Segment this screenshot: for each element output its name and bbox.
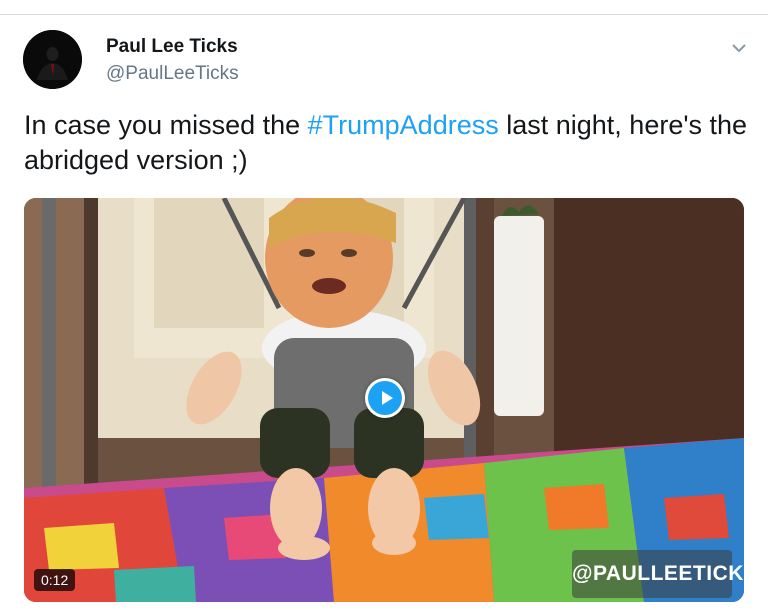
author-display-name[interactable]: Paul Lee Ticks <box>106 36 238 58</box>
play-button[interactable] <box>365 378 405 418</box>
tweet-text: In case you missed the #TrumpAddress las… <box>24 108 754 178</box>
video-player[interactable]: 0:12 @PAULLEETICKS <box>24 198 744 602</box>
hashtag-link[interactable]: #TrumpAddress <box>308 110 499 140</box>
author-handle[interactable]: @PaulLeeTicks <box>106 63 239 85</box>
play-icon <box>368 381 402 415</box>
divider <box>0 14 768 15</box>
chevron-down-icon[interactable] <box>729 40 749 56</box>
tweet-text-before: In case you missed the <box>24 110 308 140</box>
author-avatar[interactable] <box>23 30 82 89</box>
video-duration-badge: 0:12 <box>34 569 76 591</box>
video-watermark: @PAULLEETICKS <box>572 550 744 598</box>
